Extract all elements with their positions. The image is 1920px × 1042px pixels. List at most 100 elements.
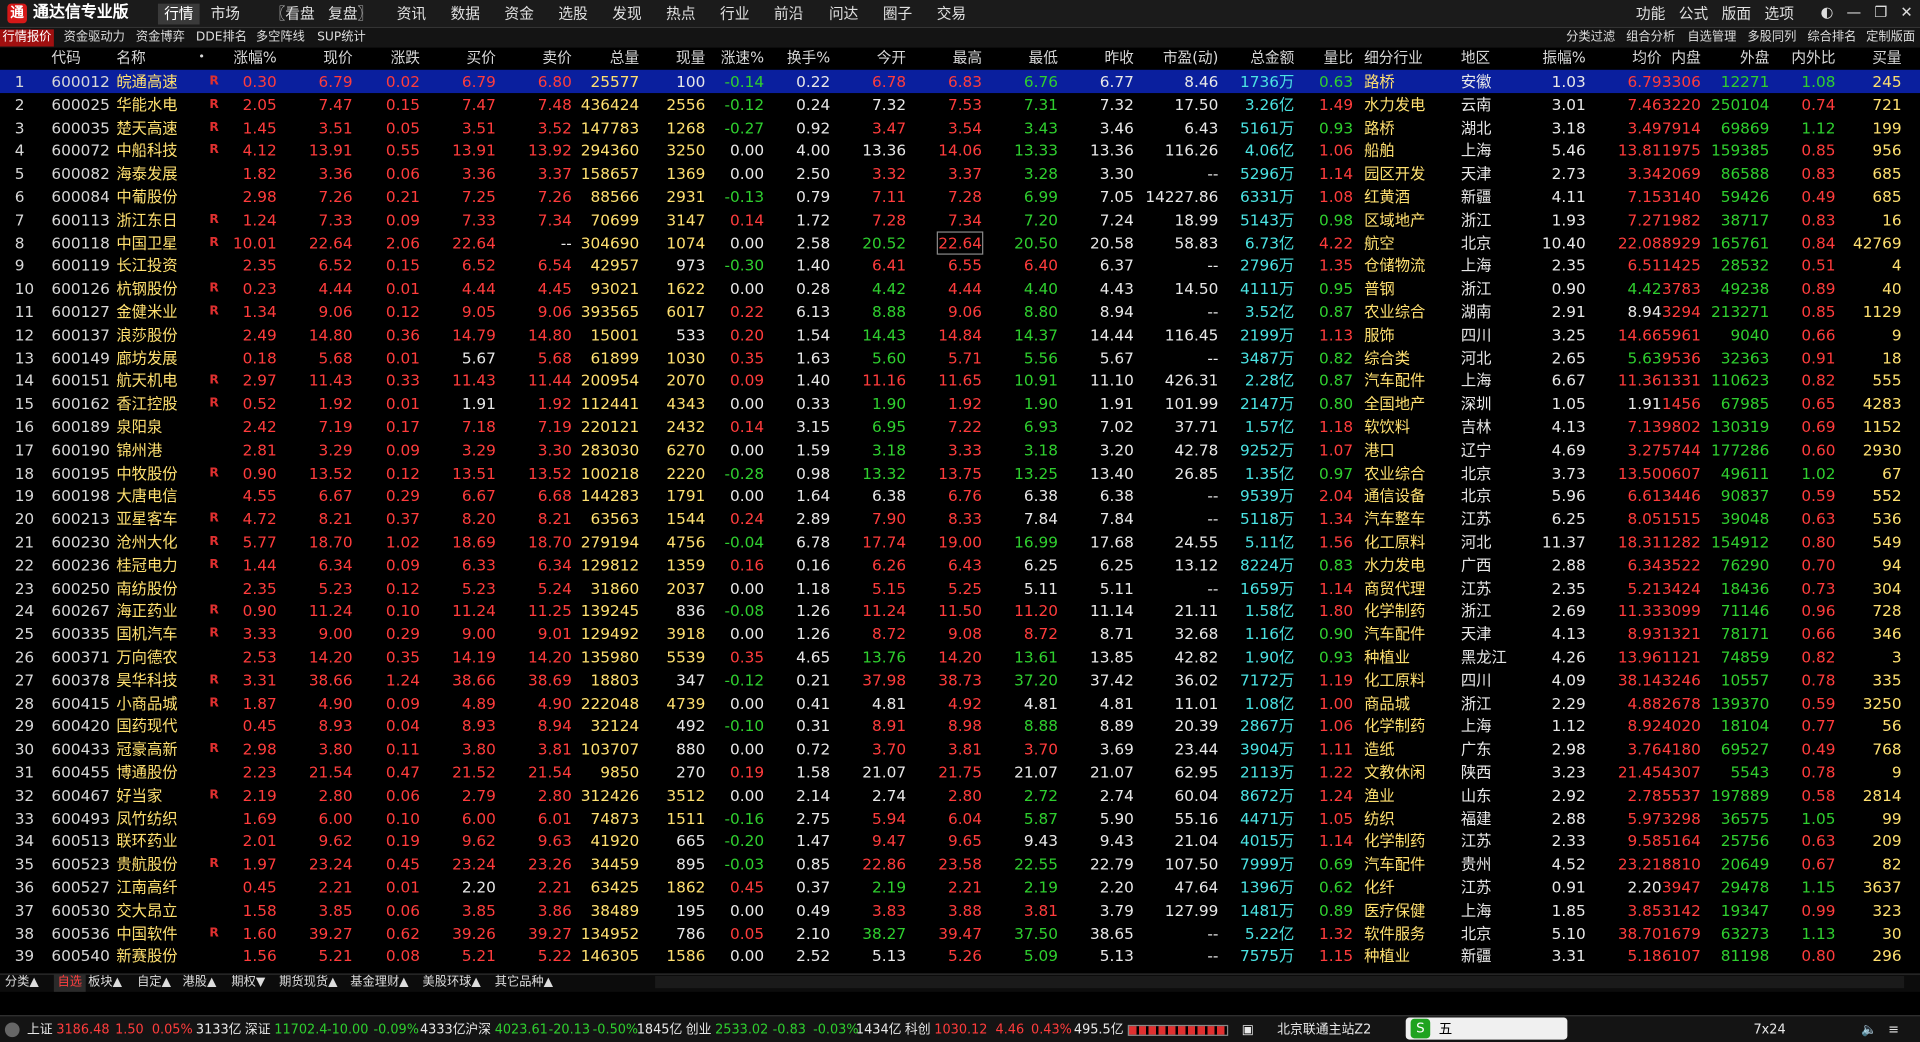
- menu-item[interactable]: 数据: [451, 4, 480, 25]
- menu-item[interactable]: 热点: [666, 4, 695, 25]
- column-header[interactable]: 总量: [610, 49, 639, 67]
- minimize-icon[interactable]: —: [1844, 2, 1864, 22]
- menu-item[interactable]: 发现: [612, 4, 641, 25]
- table-row[interactable]: 24 600267 海正药业 0.90 11.24 0.10 11.24 11.25 13924…: [0, 599, 1920, 622]
- toolbar-button[interactable]: DDE排名: [196, 29, 247, 46]
- table-row[interactable]: 26 600371 万向德农 2.53 14.20 0.35 14.19 14.20 13598…: [0, 645, 1920, 668]
- column-header[interactable]: 总金额: [1250, 49, 1294, 67]
- column-header[interactable]: 最低: [1029, 49, 1058, 67]
- column-header[interactable]: 名称: [116, 49, 145, 67]
- bottom-tab[interactable]: 港股▲: [182, 975, 216, 992]
- table-row[interactable]: 35 600523 贵航股份 1.97 23.24 0.45 23.24 23.26 34459…: [0, 852, 1920, 875]
- table-row[interactable]: 14 600151 航天机电 2.97 11.43 0.33 11.43 11.44 20095…: [0, 369, 1920, 392]
- column-header[interactable]: 现价: [323, 49, 352, 67]
- menu-item[interactable]: 资讯: [397, 4, 426, 25]
- table-row[interactable]: 29 600420 国药现代 0.45 8.93 0.04 8.93 8.94 32124 492…: [0, 714, 1920, 737]
- table-row[interactable]: 6 600084 中葡股份 2.98 7.26 0.21 7.25 7.26 88566 2931…: [0, 185, 1920, 208]
- toolbar-right-button[interactable]: 定制版面: [1866, 29, 1915, 46]
- table-row[interactable]: 20 600213 亚星客车 4.72 8.21 0.37 8.20 8.21 63563 154…: [0, 507, 1920, 530]
- column-header[interactable]: 买价: [467, 49, 496, 67]
- table-row[interactable]: 23 600250 南纺股份 2.35 5.23 0.12 5.23 5.24 31860 203…: [0, 576, 1920, 599]
- table-row[interactable]: 34 600513 联环药业 2.01 9.62 0.19 9.62 9.63 41920 665…: [0, 829, 1920, 852]
- column-header[interactable]: 均价: [1632, 49, 1661, 67]
- column-header[interactable]: 涨速%: [721, 49, 764, 67]
- bottom-tab[interactable]: 期货现货▲: [279, 975, 337, 992]
- table-row[interactable]: 16 600189 泉阳泉 2.42 7.19 0.17 7.18 7.19 220121 243…: [0, 415, 1920, 438]
- table-row[interactable]: 18 600195 中牧股份 0.90 13.52 0.12 13.51 13.52 10021…: [0, 461, 1920, 484]
- bottom-tab[interactable]: 板块▲: [88, 975, 122, 992]
- column-header[interactable]: 今开: [877, 49, 906, 67]
- toolbar-button[interactable]: 资金驱动力: [64, 29, 125, 46]
- toolbar-button[interactable]: 资金博弈: [136, 29, 185, 46]
- table-row[interactable]: 11 600127 金健米业 1.34 9.06 0.12 9.05 9.06 393565 60…: [0, 300, 1920, 323]
- close-icon[interactable]: ✕: [1897, 2, 1917, 22]
- column-header[interactable]: 涨跌: [391, 49, 420, 67]
- menu-item[interactable]: 交易: [937, 4, 966, 25]
- table-row[interactable]: 27 600378 昊华科技 3.31 38.66 1.24 38.66 38.69 18803…: [0, 668, 1920, 691]
- sound-icon[interactable]: 🔈: [1861, 1020, 1877, 1040]
- table-row[interactable]: 2 600025 华能水电 2.05 7.47 0.15 7.47 7.48 436424 255…: [0, 93, 1920, 116]
- toolbar-right-button[interactable]: 多股同列: [1747, 29, 1796, 46]
- table-row[interactable]: 31 600455 博通股份 2.23 21.54 0.47 21.52 21.54 9850 2…: [0, 760, 1920, 783]
- restore-icon[interactable]: ❐: [1871, 2, 1891, 22]
- column-header[interactable]: 现量: [676, 49, 705, 67]
- column-header[interactable]: 地区: [1461, 49, 1490, 67]
- column-header[interactable]: 代码: [51, 49, 80, 67]
- table-row[interactable]: 9 600119 长江投资 2.35 6.52 0.15 6.52 6.54 42957 973-…: [0, 254, 1920, 277]
- table-row[interactable]: 3 600035 楚天高速 1.45 3.51 0.05 3.51 3.52 147783 126…: [0, 116, 1920, 139]
- column-header[interactable]: 内盘: [1671, 49, 1700, 67]
- table-row[interactable]: 10 600126 杭钢股份 0.23 4.44 0.01 4.44 4.45 93021 162…: [0, 277, 1920, 300]
- menu-item[interactable]: 行业: [720, 4, 749, 25]
- table-row[interactable]: 15 600162 香江控股 0.52 1.92 0.01 1.91 1.92 112441 43…: [0, 392, 1920, 415]
- right-menu-item[interactable]: 公式: [1679, 4, 1708, 25]
- table-row[interactable]: 28 600415 小商品城 1.87 4.90 0.09 4.89 4.90 222048 47…: [0, 691, 1920, 714]
- menu-item[interactable]: 复盘〗: [328, 4, 372, 25]
- table-row[interactable]: 33 600493 凤竹纺织 1.69 6.00 0.10 6.00 6.01 74873 151…: [0, 806, 1920, 829]
- notify-icon[interactable]: ≡: [1888, 1020, 1899, 1040]
- toolbar-right-button[interactable]: 综合排名: [1807, 29, 1856, 46]
- right-menu-item[interactable]: 功能: [1636, 4, 1665, 25]
- table-row[interactable]: 38 600536 中国软件 1.60 39.27 0.62 39.26 39.27 13495…: [0, 922, 1920, 945]
- table-row[interactable]: 39 600540 新赛股份 1.56 5.21 0.08 5.21 5.22 146305 15…: [0, 945, 1920, 968]
- table-row[interactable]: 13 600149 廊坊发展 0.18 5.68 0.01 5.67 5.68 61899 103…: [0, 346, 1920, 369]
- toolbar-right-button[interactable]: 自选管理: [1687, 29, 1736, 46]
- toolbar-button[interactable]: 行情报价: [0, 29, 54, 47]
- column-header[interactable]: 买量: [1872, 49, 1901, 67]
- table-row[interactable]: 32 600467 好当家 2.19 2.80 0.06 2.79 2.80 312426 351…: [0, 783, 1920, 806]
- menu-item[interactable]: 〖看盘: [271, 4, 315, 25]
- table-row[interactable]: 12 600137 浪莎股份 2.49 14.80 0.36 14.79 14.80 15001…: [0, 323, 1920, 346]
- toolbar-right-button[interactable]: 组合分析: [1626, 29, 1675, 46]
- skin-icon[interactable]: ◐: [1817, 2, 1837, 22]
- table-row[interactable]: 8 600118 中国卫星 10.01 22.64 2.06 22.64 -- 304690 10…: [0, 230, 1920, 255]
- table-row[interactable]: 25 600335 国机汽车 3.33 9.00 0.29 9.00 9.01 129492 39…: [0, 622, 1920, 645]
- menu-item[interactable]: 问达: [829, 4, 858, 25]
- right-menu-item[interactable]: 选项: [1765, 4, 1794, 25]
- table-row[interactable]: 5 600082 海泰发展 1.82 3.36 0.06 3.36 3.37 158657 136…: [0, 162, 1920, 185]
- column-header[interactable]: 昨收: [1104, 49, 1133, 67]
- horizontal-scrollbar[interactable]: [655, 975, 1905, 989]
- column-header[interactable]: 内外比: [1791, 49, 1835, 67]
- table-row[interactable]: 30 600433 冠豪高新 2.98 3.80 0.11 3.80 3.81 103707 88…: [0, 737, 1920, 760]
- column-header[interactable]: 外盘: [1740, 49, 1769, 67]
- table-row[interactable]: 37 600530 交大昂立 1.58 3.85 0.06 3.85 3.86 38489 195…: [0, 899, 1920, 922]
- table-row[interactable]: 19 600198 大唐电信 4.55 6.67 0.29 6.67 6.68 144283 17…: [0, 484, 1920, 507]
- menu-item[interactable]: 资金: [504, 4, 533, 25]
- column-header[interactable]: 最高: [953, 49, 982, 67]
- toolbar-right-button[interactable]: 分类过滤: [1566, 29, 1615, 46]
- table-row[interactable]: 21 600230 沧州大化 5.77 18.70 1.02 18.69 18.70 27919…: [0, 530, 1920, 553]
- bottom-tab[interactable]: 自选: [53, 974, 86, 992]
- column-header[interactable]: 量比: [1324, 49, 1353, 67]
- bottom-tab[interactable]: 其它品种▲: [495, 975, 553, 992]
- bottom-tab[interactable]: 期权▼: [231, 975, 265, 992]
- column-header[interactable]: 涨幅%: [233, 49, 276, 67]
- column-header[interactable]: 市盈(动): [1163, 49, 1219, 67]
- table-row[interactable]: 4 600072 中船科技 4.12 13.91 0.55 13.91 13.92 294360…: [0, 139, 1920, 162]
- menu-item[interactable]: 前沿: [774, 4, 803, 25]
- bottom-tab[interactable]: 基金理财▲: [350, 975, 408, 992]
- table-row[interactable]: 22 600236 桂冠电力 1.44 6.34 0.09 6.33 6.34 129812 13…: [0, 553, 1920, 576]
- bottom-tab[interactable]: 分类▲: [5, 975, 39, 992]
- menu-item[interactable]: 圈子: [883, 4, 912, 25]
- table-row[interactable]: 1 600012 皖通高速 0.30 6.79 0.02 6.79 6.80 25577 100-…: [0, 69, 1920, 94]
- table-row[interactable]: 17 600190 锦州港 2.81 3.29 0.09 3.29 3.30 283030 627…: [0, 438, 1920, 461]
- column-header[interactable]: 卖价: [542, 49, 571, 67]
